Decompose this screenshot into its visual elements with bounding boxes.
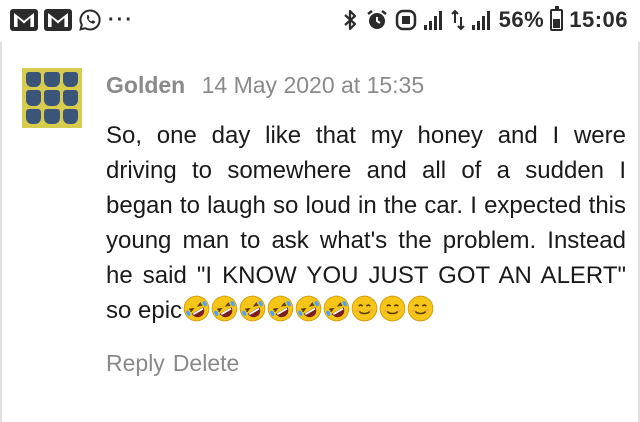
rofl-emoji bbox=[267, 295, 294, 322]
smiling-face-emoji bbox=[351, 295, 378, 322]
notification-icons: ··· bbox=[10, 8, 134, 32]
emoji-row bbox=[182, 295, 434, 324]
signal-icon bbox=[471, 9, 493, 31]
gmail-icon bbox=[10, 9, 38, 31]
comment-author[interactable]: Golden bbox=[106, 72, 185, 98]
comment-text: So, one day like that my honey and I wer… bbox=[106, 122, 626, 324]
nfc-icon bbox=[395, 8, 417, 32]
comment-header: Golden 14 May 2020 at 15:35 bbox=[106, 72, 424, 99]
signal-icon bbox=[423, 9, 445, 31]
comment-timestamp[interactable]: 14 May 2020 at 15:35 bbox=[202, 72, 425, 98]
smiling-face-emoji bbox=[379, 295, 406, 322]
bluetooth-icon bbox=[341, 8, 359, 32]
status-bar: ··· 56% 15:06 bbox=[0, 0, 640, 42]
avatar-pattern-cell bbox=[44, 90, 60, 106]
avatar-pattern-cell bbox=[62, 90, 78, 106]
rofl-emoji bbox=[211, 295, 238, 322]
avatar-pattern-cell bbox=[26, 72, 42, 88]
delete-button[interactable]: Delete bbox=[173, 350, 239, 376]
comment-actions: Reply Delete bbox=[106, 350, 239, 377]
card-left-border bbox=[0, 42, 2, 422]
alarm-icon bbox=[365, 8, 389, 32]
avatar-pattern-cell bbox=[26, 90, 42, 106]
gmail-icon bbox=[44, 9, 72, 31]
avatar[interactable] bbox=[22, 68, 82, 128]
avatar-pattern-cell bbox=[44, 72, 60, 88]
rofl-emoji bbox=[295, 295, 322, 322]
battery-level-fill bbox=[553, 19, 561, 28]
rofl-emoji bbox=[183, 295, 210, 322]
avatar-pattern-cell bbox=[26, 108, 42, 124]
avatar-pattern-cell bbox=[62, 72, 78, 88]
whatsapp-icon bbox=[78, 8, 102, 32]
smiling-face-emoji bbox=[407, 295, 434, 322]
data-transfer-icon bbox=[450, 8, 465, 32]
reply-button[interactable]: Reply bbox=[106, 350, 165, 376]
battery-icon bbox=[550, 6, 564, 31]
avatar-pattern-cell bbox=[62, 108, 78, 124]
comment-body: So, one day like that my honey and I wer… bbox=[106, 118, 626, 328]
rofl-emoji bbox=[323, 295, 350, 322]
avatar-pattern-cell bbox=[44, 108, 60, 124]
more-notifications-indicator: ··· bbox=[108, 9, 134, 31]
system-status: 56% 15:06 bbox=[341, 6, 628, 33]
battery-percentage: 56% bbox=[498, 7, 545, 32]
clock: 15:06 bbox=[569, 7, 628, 32]
rofl-emoji bbox=[239, 295, 266, 322]
